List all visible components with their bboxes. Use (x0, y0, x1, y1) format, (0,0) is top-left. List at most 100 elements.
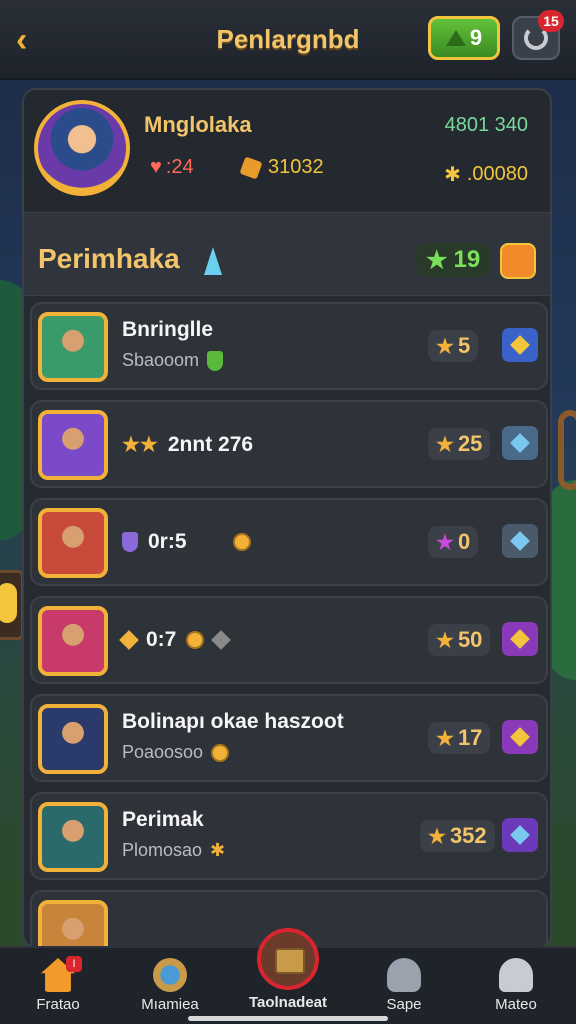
diamond-icon (510, 531, 530, 551)
diamond-icon (510, 629, 530, 649)
compass-icon (153, 958, 187, 992)
nav-item-shop[interactable]: Sape (354, 956, 454, 1022)
gold-cube-icon (239, 155, 263, 180)
star-icon: ★ (436, 335, 454, 358)
player-avatar (38, 508, 108, 578)
nav-item-chest[interactable]: Taolnadeat (238, 928, 338, 1022)
nav-label: Mateo (495, 996, 537, 1013)
section-title: Perimhaka (38, 243, 180, 274)
home-indicator (188, 1016, 388, 1021)
stone-icon (211, 630, 232, 650)
player-profile-card: Mnglolaka 4801 340 ♥ :24 31032 ✱ .00080 (24, 90, 550, 210)
shop-icon (387, 958, 421, 992)
player-score-value: 50 (457, 627, 483, 652)
player-score-value: 25 (457, 431, 483, 456)
player-avatar (38, 802, 108, 872)
crystal-icon (204, 247, 222, 275)
bottom-nav: I Fratao Mıamiea Taolnadeat Sape Mateo (0, 928, 576, 1024)
player-subtitle-text: Plomosao (122, 840, 203, 860)
player-subtitle: Poaoosoo (122, 742, 230, 763)
shield-icon (122, 532, 138, 552)
top-bar: ‹ Penlargnbd 9 15 (0, 0, 576, 80)
player-subtitle: Plomosao ✱ (122, 840, 225, 861)
star-icon: ★ (436, 727, 454, 750)
player-score-value: 0 (457, 529, 471, 554)
gold-stat: 31032 (239, 155, 324, 180)
list-item[interactable]: ★★ 2nnt 276 ★ 25 (30, 400, 548, 488)
star-icon: ★★ (122, 434, 158, 456)
nav-badge: I (66, 956, 82, 972)
star-icon: ★ (428, 825, 446, 848)
player-score-value: 5 (457, 333, 471, 358)
player-name: Bnringlle (122, 318, 214, 341)
list-item[interactable]: 0r:5 ★ 0 (30, 498, 548, 586)
gold-value: 31032 (268, 156, 324, 178)
player-score: ★ 50 (428, 624, 491, 656)
gear-icon: ✱ (210, 840, 226, 860)
notification-badge: 15 (538, 10, 564, 32)
player-avatar (38, 900, 108, 946)
list-item[interactable]: 0:7 ★ 50 (30, 596, 548, 684)
star-icon: ★ (436, 433, 454, 456)
power-button[interactable]: 15 (512, 10, 564, 60)
gems-counter-button[interactable]: 9 (428, 16, 500, 60)
action-button[interactable] (502, 818, 538, 852)
action-button[interactable] (502, 328, 538, 362)
nav-item-profile[interactable]: Mateo (466, 956, 566, 1022)
star-icon: ★ (426, 246, 448, 274)
player-score-value: 352 (449, 823, 487, 848)
player-subtitle-text: Poaoosoo (122, 742, 204, 762)
player-avatar[interactable] (34, 100, 130, 196)
player-avatar (38, 312, 108, 382)
list-item[interactable]: Bnringlle Sbaooom ★ 5 (30, 302, 548, 390)
coin-icon (186, 631, 205, 649)
player-info: 0:7 (119, 628, 232, 652)
coin-icon (232, 533, 251, 551)
chest-icon (257, 928, 319, 990)
nav-item-map[interactable]: Mıamiea (120, 956, 220, 1022)
action-button[interactable] (502, 426, 538, 460)
energy-stat: ✱ .00080 (444, 162, 528, 187)
player-subtitle: Sbaooom (122, 350, 224, 371)
player-score: ★ 17 (428, 722, 491, 754)
player-subtitle-text: Sbaooom (122, 350, 200, 370)
nav-label: Mıamiea (141, 996, 199, 1013)
player-avatar (38, 704, 108, 774)
section-header: Perimhaka ★ 19 (24, 212, 550, 296)
hearts-stat: ♥ :24 (150, 156, 194, 179)
player-score: 4801 340 (444, 114, 528, 136)
chest-button[interactable] (500, 243, 536, 279)
nav-label: Fratao (36, 996, 80, 1013)
action-button[interactable] (502, 622, 538, 656)
star-icon: ★ (436, 629, 454, 652)
player-name: Mnglolaka (144, 112, 252, 137)
player-score: ★ 25 (428, 428, 491, 460)
action-button[interactable] (502, 524, 538, 558)
gear-icon: ✱ (444, 164, 461, 186)
action-button[interactable] (502, 720, 538, 754)
diamond-icon (510, 825, 530, 845)
player-info-text: 0r:5 (148, 530, 187, 553)
nav-item-home[interactable]: I Fratao (8, 956, 108, 1022)
coin-icon (211, 743, 230, 762)
player-avatar (38, 410, 108, 480)
player-name: Bolinapı okae haszoot (122, 710, 344, 733)
player-info: 0r:5 (122, 530, 251, 554)
section-stars: ★ 19 (416, 243, 491, 277)
diamond-icon (510, 335, 530, 355)
nav-label: Taolnadeat (248, 994, 328, 1011)
player-score: ★ 0 (428, 526, 479, 558)
player-score: ★ 5 (428, 330, 479, 362)
list-item[interactable]: Perimak Plomosao ✱ ★ 352 (30, 792, 548, 880)
diamond-icon (510, 727, 530, 747)
badge-icon (207, 350, 224, 371)
player-list: Bnringlle Sbaooom ★ 5 ★★ 2nnt 276 ★ 25 0… (30, 302, 548, 946)
hearts-value: :24 (165, 156, 194, 178)
gems-count: 9 (469, 25, 483, 50)
ghost-icon (499, 958, 533, 992)
nav-label: Sape (386, 996, 422, 1013)
player-score-value: 17 (457, 725, 483, 750)
list-item[interactable]: Bolinapı okae haszoot Poaoosoo ★ 17 (30, 694, 548, 782)
section-stars-value: 19 (453, 246, 481, 273)
player-info-text: 0:7 (146, 628, 177, 651)
